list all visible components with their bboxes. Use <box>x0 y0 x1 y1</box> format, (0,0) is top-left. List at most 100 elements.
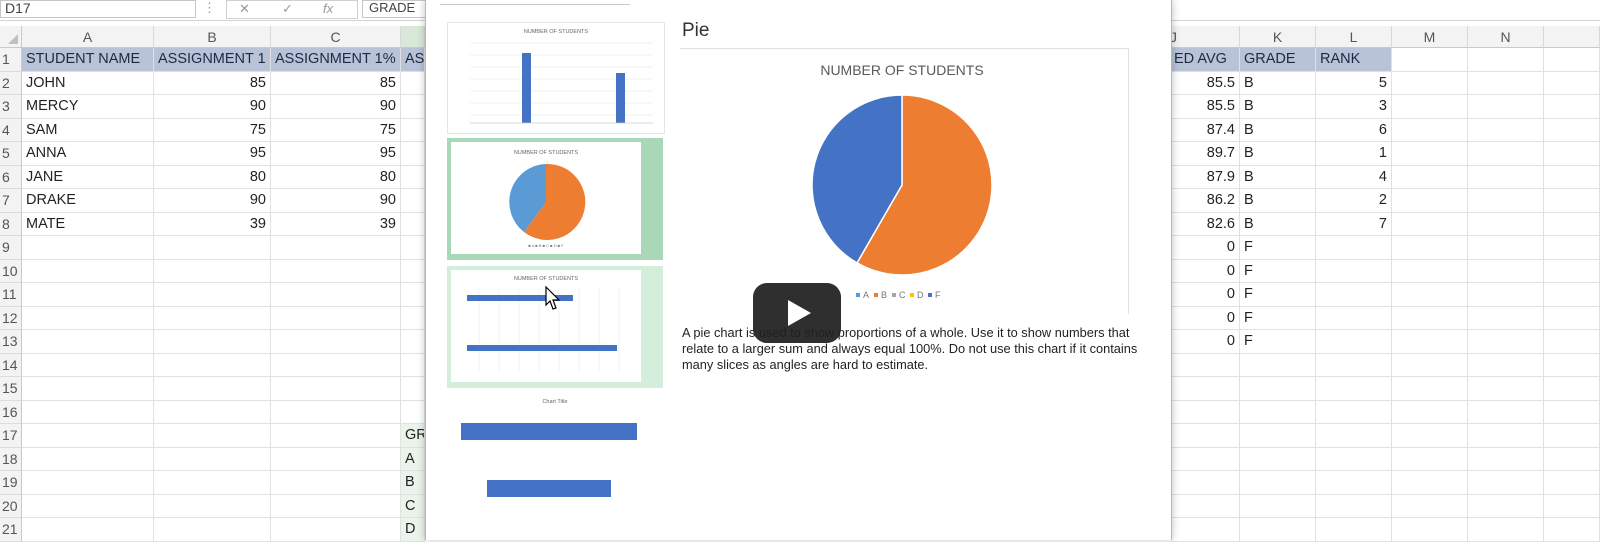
cell[interactable] <box>1316 236 1392 260</box>
row-header[interactable]: 13 <box>0 330 22 354</box>
cell[interactable] <box>1468 236 1544 260</box>
cell[interactable] <box>271 306 401 330</box>
cell[interactable] <box>22 400 154 424</box>
cell[interactable] <box>154 518 271 542</box>
cell[interactable] <box>1170 494 1240 518</box>
column-header-b[interactable]: B <box>154 26 271 48</box>
chart-option-column[interactable]: NUMBER OF STUDENTS <box>447 22 665 134</box>
cell[interactable] <box>271 353 401 377</box>
data-cell[interactable]: 90 <box>154 189 271 213</box>
header-cell[interactable]: GRADE <box>1240 48 1316 72</box>
cell[interactable] <box>1544 165 1600 189</box>
cell[interactable] <box>401 118 425 142</box>
cell[interactable] <box>1468 189 1544 213</box>
cell[interactable] <box>1316 471 1392 495</box>
cell[interactable] <box>401 306 425 330</box>
cell[interactable] <box>1392 518 1468 542</box>
cell[interactable] <box>1544 424 1600 448</box>
cell[interactable] <box>401 236 425 260</box>
cell[interactable] <box>271 518 401 542</box>
data-cell[interactable]: 85.5 <box>1170 71 1240 95</box>
cell[interactable] <box>1392 447 1468 471</box>
cell[interactable] <box>1544 518 1600 542</box>
cell[interactable] <box>1544 330 1600 354</box>
cell[interactable] <box>1544 471 1600 495</box>
cell[interactable] <box>1240 424 1316 448</box>
cell[interactable] <box>1392 259 1468 283</box>
data-cell[interactable]: 85 <box>154 71 271 95</box>
cell[interactable] <box>1316 447 1392 471</box>
chart-option-clustered-bar[interactable]: Chart Title <box>447 394 663 510</box>
cell[interactable] <box>271 447 401 471</box>
cell[interactable] <box>1392 353 1468 377</box>
cell[interactable] <box>1392 424 1468 448</box>
cell[interactable] <box>271 400 401 424</box>
cell[interactable] <box>1392 142 1468 166</box>
cell[interactable] <box>1544 447 1600 471</box>
cell[interactable] <box>154 236 271 260</box>
cell[interactable] <box>22 259 154 283</box>
data-cell[interactable]: B <box>1240 189 1316 213</box>
data-cell[interactable]: 5 <box>1316 71 1392 95</box>
data-cell[interactable]: JOHN <box>22 71 154 95</box>
cell[interactable] <box>1468 142 1544 166</box>
data-cell[interactable]: 0 <box>1170 330 1240 354</box>
cell[interactable] <box>1392 494 1468 518</box>
cell[interactable] <box>154 330 271 354</box>
cell[interactable] <box>154 306 271 330</box>
data-cell[interactable]: 85 <box>271 71 401 95</box>
cell[interactable] <box>154 471 271 495</box>
data-cell[interactable]: B <box>401 471 425 495</box>
cell[interactable] <box>1544 71 1600 95</box>
cell[interactable] <box>1468 48 1544 72</box>
data-cell[interactable]: B <box>1240 212 1316 236</box>
cell[interactable] <box>1170 518 1240 542</box>
data-cell[interactable]: 3 <box>1316 95 1392 119</box>
column-header-o[interactable] <box>1544 26 1600 48</box>
cell[interactable] <box>1468 306 1544 330</box>
cell[interactable] <box>1240 353 1316 377</box>
cell[interactable] <box>401 400 425 424</box>
data-cell[interactable]: 75 <box>154 118 271 142</box>
data-cell[interactable]: B <box>1240 142 1316 166</box>
cell[interactable] <box>1544 306 1600 330</box>
cell[interactable] <box>22 306 154 330</box>
cell[interactable] <box>401 95 425 119</box>
cell[interactable] <box>1316 377 1392 401</box>
data-cell[interactable]: 89.7 <box>1170 142 1240 166</box>
cancel-icon[interactable]: ✕ <box>239 1 250 17</box>
cell[interactable] <box>22 471 154 495</box>
cell[interactable] <box>1544 353 1600 377</box>
cell[interactable] <box>271 283 401 307</box>
row-header[interactable]: 4 <box>0 118 22 142</box>
cell[interactable] <box>1392 189 1468 213</box>
data-cell[interactable]: B <box>1240 118 1316 142</box>
header-cell[interactable]: ASSIGNMENT 1 <box>154 48 271 72</box>
column-header-l[interactable]: L <box>1316 26 1392 48</box>
cell[interactable] <box>1544 118 1600 142</box>
cell[interactable] <box>1468 353 1544 377</box>
cell[interactable] <box>1544 48 1600 72</box>
row-header[interactable]: 3 <box>0 95 22 119</box>
data-cell[interactable]: 90 <box>271 189 401 213</box>
data-cell[interactable]: 0 <box>1170 306 1240 330</box>
cell[interactable] <box>401 71 425 95</box>
cell[interactable] <box>271 494 401 518</box>
row-header[interactable]: 2 <box>0 71 22 95</box>
cell[interactable] <box>154 377 271 401</box>
row-header[interactable]: 6 <box>0 165 22 189</box>
cell[interactable] <box>1316 400 1392 424</box>
header-cell[interactable]: ED AVG <box>1170 48 1240 72</box>
data-cell[interactable]: D <box>401 518 425 542</box>
cell[interactable] <box>1392 48 1468 72</box>
data-cell[interactable]: 39 <box>154 212 271 236</box>
data-cell[interactable]: 0 <box>1170 259 1240 283</box>
cell[interactable] <box>401 165 425 189</box>
header-cell[interactable]: STUDENT NAME <box>22 48 154 72</box>
data-cell[interactable]: B <box>1240 95 1316 119</box>
cell[interactable] <box>1544 142 1600 166</box>
cell[interactable] <box>1170 424 1240 448</box>
cell[interactable] <box>22 283 154 307</box>
row-header[interactable]: 19 <box>0 471 22 495</box>
cell[interactable] <box>1240 494 1316 518</box>
